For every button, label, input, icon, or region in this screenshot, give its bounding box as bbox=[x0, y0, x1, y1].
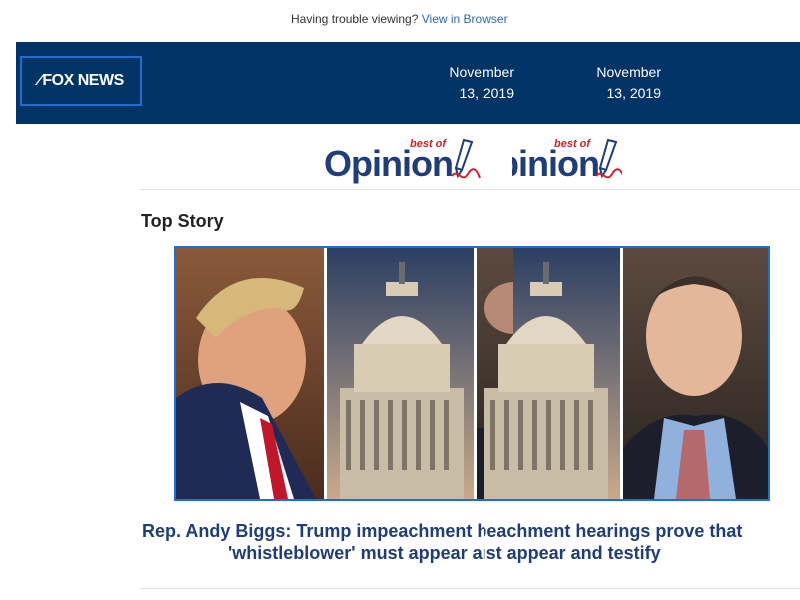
opinion-banner-left: Opinion best of bbox=[324, 138, 482, 186]
story-headline-link[interactable]: Rep. Andy Biggs: Trump impeachment heari… bbox=[484, 520, 800, 564]
fox-news-logo[interactable]: ⁄ FOX NEWS bbox=[20, 56, 142, 106]
preheader-text: Having trouble viewing? bbox=[291, 12, 419, 26]
view-in-browser-link[interactable]: View in Browser bbox=[422, 12, 508, 26]
headline-line-2: 'whistleblower' must appear and testify bbox=[484, 543, 661, 563]
opinion-title: Opinion bbox=[512, 143, 600, 184]
opinion-banner-right: Opinion best of bbox=[512, 138, 622, 186]
preheader: Having trouble viewing? View in Browser … bbox=[0, 12, 800, 30]
date-right: November 13, 2019 bbox=[561, 62, 662, 106]
fox-logo-mark-icon: ⁄ bbox=[38, 72, 41, 89]
top-story-image[interactable] bbox=[174, 246, 770, 501]
headline-line-1: Rep. Andy Biggs: Trump impeachment heari… bbox=[142, 521, 484, 541]
header-date: November 13, 2019 bbox=[449, 64, 514, 101]
best-of-label: best of bbox=[554, 138, 591, 150]
divider bbox=[140, 588, 800, 589]
section-title: Top Story bbox=[141, 211, 224, 231]
opinion-title: Opinion bbox=[324, 143, 454, 184]
story-headline-link[interactable]: Rep. Andy Biggs: Trump impeachment heari… bbox=[142, 520, 484, 564]
divider bbox=[140, 189, 800, 190]
pen-icon bbox=[451, 138, 481, 179]
date-left: November 13, 2019 bbox=[416, 62, 514, 106]
headline-left: Rep. Andy Biggs: Trump impeachment heari… bbox=[0, 520, 484, 568]
best-of-label: best of bbox=[410, 138, 447, 150]
header-bar: ⁄ FOX NEWS November 13, 2019 November 13… bbox=[16, 42, 800, 124]
headline-right: Rep. Andy Biggs: Trump impeachment heari… bbox=[484, 520, 800, 568]
logo-text: FOX NEWS bbox=[42, 72, 124, 89]
headline-line-2: 'whistleblower' must appear and testify bbox=[228, 543, 484, 563]
header-date: November 13, 2019 bbox=[596, 64, 661, 101]
pen-icon bbox=[595, 138, 622, 179]
headline-line-1: Rep. Andy Biggs: Trump impeachment heari… bbox=[484, 521, 743, 541]
preheader-left: Having trouble viewing? View in Browser bbox=[291, 12, 510, 26]
